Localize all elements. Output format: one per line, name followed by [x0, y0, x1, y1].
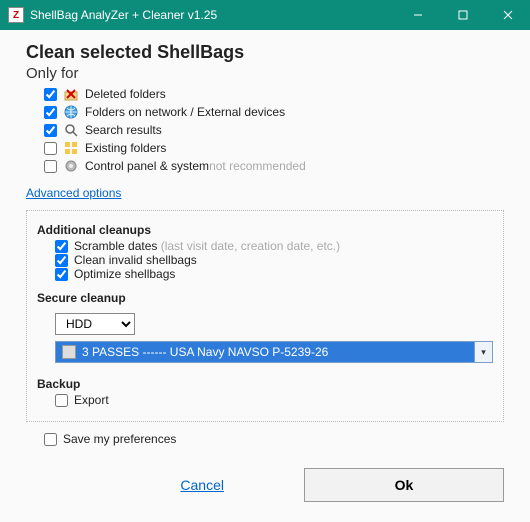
- page-subtitle: Only for: [26, 65, 504, 82]
- additional-cleanups-title: Additional cleanups: [37, 223, 493, 237]
- ok-button[interactable]: Ok: [304, 468, 504, 502]
- page-title: Clean selected ShellBags: [26, 42, 504, 63]
- folder-grid-icon: [63, 140, 79, 156]
- checkbox-existing-folders[interactable]: [44, 142, 57, 155]
- minimize-button[interactable]: [395, 0, 440, 30]
- passes-select[interactable]: 3 PASSES ------ USA Navy NAVSO P-5239-26…: [55, 341, 493, 363]
- passes-selected-text: 3 PASSES ------ USA Navy NAVSO P-5239-26: [82, 345, 328, 359]
- checkbox-control-panel[interactable]: [44, 160, 57, 173]
- secure-cleanup-title: Secure cleanup: [37, 291, 493, 305]
- deleted-folder-icon: [63, 86, 79, 102]
- label-scramble-dates: Scramble dates (last visit date, creatio…: [74, 239, 340, 253]
- label-existing-folders: Existing folders: [85, 141, 166, 155]
- globe-icon: [63, 104, 79, 120]
- advanced-options-link[interactable]: Advanced options: [26, 186, 121, 200]
- advanced-panel: Additional cleanups Scramble dates (last…: [26, 210, 504, 422]
- checkbox-optimize[interactable]: [55, 268, 68, 281]
- titlebar: Z ShellBag AnalyZer + Cleaner v1.25: [0, 0, 530, 30]
- window-controls: [395, 0, 530, 30]
- label-search-results: Search results: [85, 123, 162, 137]
- option-export: Export: [55, 393, 493, 407]
- option-search-results: Search results: [44, 122, 504, 138]
- label-deleted-folders: Deleted folders: [85, 87, 166, 101]
- option-existing-folders: Existing folders: [44, 140, 504, 156]
- checkbox-search-results[interactable]: [44, 124, 57, 137]
- drive-type-select[interactable]: HDD: [55, 313, 135, 335]
- maximize-button[interactable]: [440, 0, 485, 30]
- label-save-preferences: Save my preferences: [63, 432, 176, 446]
- backup-title: Backup: [37, 377, 493, 391]
- checkbox-clean-invalid[interactable]: [55, 254, 68, 267]
- passes-selected-value: 3 PASSES ------ USA Navy NAVSO P-5239-26: [56, 342, 474, 362]
- dialog-buttons: Cancel Ok: [0, 454, 530, 502]
- gear-icon: [63, 158, 79, 174]
- option-control-panel: Control panel & systemnot recommended: [44, 158, 504, 174]
- checkbox-export[interactable]: [55, 394, 68, 407]
- cancel-button[interactable]: Cancel: [180, 477, 224, 493]
- label-control-panel: Control panel & systemnot recommended: [85, 159, 306, 173]
- label-export: Export: [74, 393, 109, 407]
- label-optimize: Optimize shellbags: [74, 267, 175, 281]
- checkbox-scramble-dates[interactable]: [55, 240, 68, 253]
- checkbox-save-preferences[interactable]: [44, 433, 57, 446]
- search-icon: [63, 122, 79, 138]
- option-save-preferences: Save my preferences: [44, 432, 504, 446]
- app-icon: Z: [8, 7, 24, 23]
- option-clean-invalid: Clean invalid shellbags: [55, 253, 493, 267]
- checkbox-deleted-folders[interactable]: [44, 88, 57, 101]
- option-scramble-dates: Scramble dates (last visit date, creatio…: [55, 239, 493, 253]
- label-network-folders: Folders on network / External devices: [85, 105, 285, 119]
- disk-icon: [62, 345, 76, 359]
- chevron-down-icon[interactable]: ▾: [474, 342, 492, 362]
- option-optimize: Optimize shellbags: [55, 267, 493, 281]
- option-network-folders: Folders on network / External devices: [44, 104, 504, 120]
- label-clean-invalid: Clean invalid shellbags: [74, 253, 197, 267]
- checkbox-network-folders[interactable]: [44, 106, 57, 119]
- window-title: ShellBag AnalyZer + Cleaner v1.25: [30, 8, 395, 22]
- close-button[interactable]: [485, 0, 530, 30]
- option-deleted-folders: Deleted folders: [44, 86, 504, 102]
